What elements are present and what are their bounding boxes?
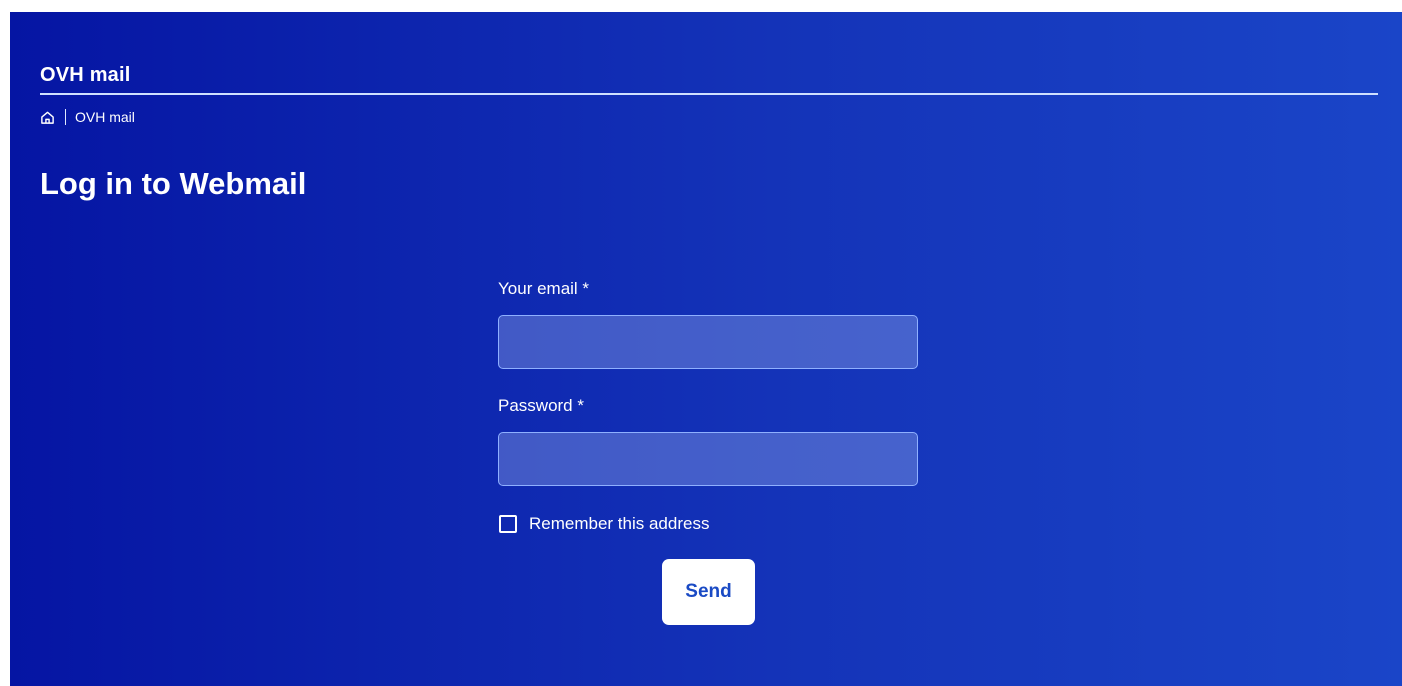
remember-address-option[interactable]: Remember this address [498,512,918,536]
password-label: Password * [498,396,584,415]
home-icon[interactable] [40,110,55,125]
breadcrumb: OVH mail [40,107,135,127]
page-title: Log in to Webmail [40,166,307,201]
remember-label: Remember this address [529,514,710,533]
email-label: Your email * [498,279,590,298]
breadcrumb-current: OVH mail [75,109,135,125]
remember-checkbox[interactable] [499,515,517,533]
login-panel: OVH mail OVH mail Log in to Webmail Your… [10,12,1402,686]
send-button[interactable]: Send [662,559,755,625]
login-form: Your email * Password * Remember this ad… [498,277,918,536]
header-divider [40,93,1378,95]
password-input[interactable] [498,432,918,486]
app-title: OVH mail [40,64,131,86]
email-input[interactable] [498,315,918,369]
breadcrumb-separator [65,109,66,125]
